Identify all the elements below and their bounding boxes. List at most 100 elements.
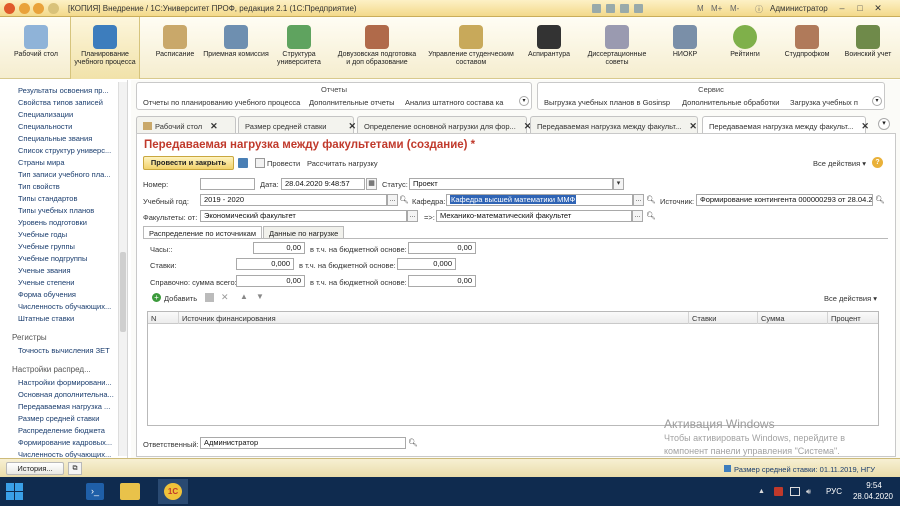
forward-icon[interactable] [33,3,44,14]
financing-sources-table[interactable]: N Источник финансирования Ставки Сумма П… [147,311,879,426]
move-down-icon[interactable]: ▼ [256,292,264,301]
tab-transfer-1[interactable]: Передаваемая нагрузка между факульт... ✕ [530,116,698,133]
sidebar-item[interactable]: Точность вычисления ЗЕТ [18,346,118,355]
star-icon[interactable] [606,4,615,13]
calendar-icon[interactable]: ▦ [366,178,377,190]
service-link[interactable]: Загрузка учебных п [790,98,868,107]
sum-field[interactable]: 0,00 [236,275,305,287]
calculate-load-button[interactable]: Рассчитать нагрузку [307,159,378,168]
sidebar-item[interactable]: Страны мира [18,158,118,167]
home-icon[interactable] [592,4,601,13]
add-button[interactable]: Добавить [164,294,197,303]
memory-minus-button[interactable]: M- [730,4,739,13]
sidebar-item[interactable]: Тип свойств [18,182,118,191]
sidebar-item[interactable]: Учебные группы [18,242,118,251]
sidebar-group-registers[interactable]: Регистры [12,333,47,342]
sidebar-item[interactable]: Типы учебных планов [18,206,118,215]
sidebar-item[interactable]: Передаваемая нагрузка ... [18,402,118,411]
section-military[interactable]: Воинский учет [838,17,898,79]
search-icon[interactable]: 🔍︎ [399,195,409,204]
close-icon[interactable]: ✕ [861,121,869,131]
column-rates[interactable]: Ставки [689,312,758,324]
info-icon[interactable]: ⓘ [755,4,763,15]
section-councils[interactable]: Диссертационные советы [578,17,656,79]
sidebar-item[interactable]: Численность обучающих... [18,302,118,311]
sidebar-item[interactable]: Настройки формировани... [18,378,118,387]
tab-avg-rate[interactable]: Размер средней ставки ✕ [238,116,356,133]
close-icon[interactable]: ✕ [689,121,697,131]
search-icon[interactable]: 🔍︎ [646,195,656,204]
sidebar-item[interactable]: Распределение бюджета [18,426,118,435]
academic-year-field[interactable]: 2019 - 2020 [200,194,387,206]
responsible-field[interactable]: Администратор [200,437,406,449]
status-info-link[interactable]: Размер средней ставки: 01.11.2019, НГУ [734,465,875,474]
save-icon[interactable] [238,158,248,168]
status-select[interactable]: Проект [409,178,613,190]
sidebar-item[interactable]: Типы стандартов [18,194,118,203]
all-actions-menu[interactable]: Все действия ▾ [813,159,866,168]
section-preuniversity[interactable]: Довузовская подготовка и доп образование [335,17,419,79]
windows-start-icon[interactable] [6,483,24,500]
sidebar-scrollbar[interactable] [118,82,127,456]
delete-icon[interactable]: ✕ [221,292,229,303]
memory-plus-button[interactable]: M+ [711,4,722,13]
subtab-load-data[interactable]: Данные по нагрузке [263,226,345,238]
windows-icon[interactable]: ⧉ [68,462,82,475]
source-field[interactable]: Формирование контингента 000000293 от 28… [696,194,873,206]
column-percent[interactable]: Процент [828,312,878,324]
choose-button[interactable]: ... [387,194,398,206]
tab-main-load[interactable]: Определение основной нагрузки для фор...… [357,116,531,133]
history-icon[interactable] [620,4,629,13]
faculty-from-field[interactable]: Экономический факультет [200,210,407,222]
language-indicator[interactable]: РУС [826,487,842,496]
sidebar-item[interactable]: Штатные ставки [18,314,118,323]
service-link[interactable]: Выгрузка учебных планов в Gosinsp [544,98,670,107]
search-icon[interactable]: 🔍︎ [408,438,418,447]
column-source[interactable]: Источник финансирования [179,312,689,324]
close-icon[interactable]: ✕ [348,121,356,131]
sidebar-item[interactable]: Учебные годы [18,230,118,239]
taskbar-1c-app[interactable]: 1С [158,479,188,504]
number-field[interactable] [200,178,255,190]
tab-desktop[interactable]: Рабочий стол ✕ [136,116,236,133]
column-sum[interactable]: Сумма [758,312,828,324]
report-link[interactable]: Отчеты по планированию учебного процесса [143,98,300,107]
search-icon[interactable]: 🔍︎ [646,211,656,220]
history-button[interactable]: История... [6,462,64,475]
subtab-sources[interactable]: Распределение по источникам [143,226,262,238]
rates-field[interactable]: 0,000 [236,258,294,270]
sidebar-item[interactable]: Основная дополнительна... [18,390,118,399]
section-desktop[interactable]: Рабочий стол [1,17,71,79]
minimize-button[interactable]: – [834,2,850,14]
sidebar-item[interactable]: Свойства типов записей [18,98,118,107]
choose-button[interactable]: ... [633,194,644,206]
chevron-down-icon[interactable]: ▾ [872,96,882,106]
sidebar-item[interactable]: Форма обучения [18,290,118,299]
department-field[interactable]: Кафедра высшей математики ММФ [446,194,633,206]
service-link[interactable]: Дополнительные обработки [682,98,779,107]
copy-icon[interactable] [205,293,214,302]
sidebar-item[interactable]: Результаты освоения пр... [18,86,118,95]
choose-button[interactable]: ... [407,210,418,222]
user-name[interactable]: Администратор [770,4,828,13]
close-button[interactable]: ✕ [870,2,886,14]
move-up-icon[interactable]: ▲ [240,292,248,301]
sidebar-item[interactable]: Тип записи учебного пла... [18,170,118,179]
sidebar-item[interactable]: Ученые степени [18,278,118,287]
post-button[interactable]: Провести [267,159,300,168]
section-structure[interactable]: Структура университета [264,17,334,79]
help-icon[interactable]: ? [872,157,883,168]
sidebar-item[interactable]: Формирование кадровых... [18,438,118,447]
tabs-menu-chevron-icon[interactable]: ▾ [878,118,890,130]
chevron-down-icon[interactable]: ▾ [613,178,624,190]
choose-button[interactable]: ... [632,210,643,222]
chevron-down-icon[interactable]: ▾ [519,96,529,106]
hours-budget-field[interactable]: 0,00 [408,242,476,254]
section-schedule[interactable]: Расписание [140,17,210,79]
file-explorer-icon[interactable] [120,483,140,500]
section-ratings[interactable]: Рейтинги [710,17,780,79]
search-icon[interactable]: 🔍︎ [875,195,885,204]
date-field[interactable]: 28.04.2020 9:48:57 [281,178,365,190]
menu-icon[interactable] [48,3,59,14]
section-admission[interactable]: Приемная комиссия [201,17,271,79]
